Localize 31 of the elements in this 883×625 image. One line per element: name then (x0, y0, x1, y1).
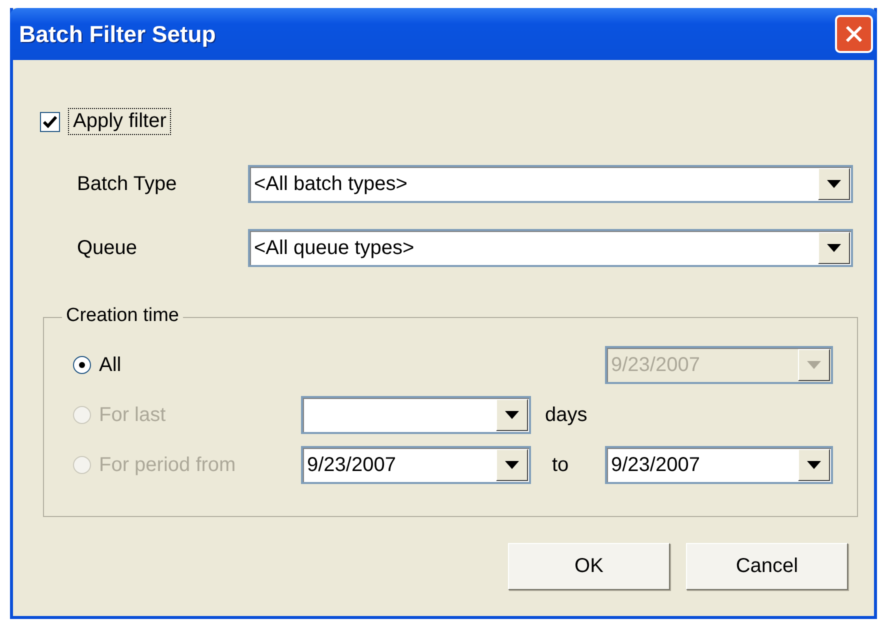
caret-icon (807, 461, 821, 469)
caret-icon (807, 361, 821, 369)
dropdown-field[interactable]: <All queue types> (248, 229, 853, 267)
dropdown-button[interactable] (818, 168, 850, 200)
checkbox-label: Apply filter (68, 108, 172, 135)
dropdown-button[interactable] (798, 449, 830, 481)
dropdown-button[interactable] (496, 449, 528, 481)
field-label: Batch Type (77, 172, 178, 196)
dropdown-button[interactable] (496, 399, 528, 431)
date-dropdown[interactable]: 9/23/2007 (301, 446, 531, 484)
radio-label: All (99, 354, 122, 376)
field-label: Queue (77, 236, 138, 260)
close-icon (844, 24, 864, 44)
caret-icon (505, 411, 519, 419)
unit-label: days (544, 404, 588, 426)
dropdown-button[interactable] (818, 232, 850, 264)
caret-icon (505, 461, 519, 469)
close-button[interactable] (835, 15, 873, 53)
dropdown-field[interactable]: <All batch types> (248, 165, 853, 203)
caret-icon (827, 244, 841, 252)
to-label: to (551, 454, 570, 476)
dialog-button[interactable]: Cancel (686, 543, 848, 590)
radio-button[interactable] (73, 356, 91, 374)
dropdown-field[interactable] (301, 396, 531, 434)
caret-icon (827, 180, 841, 188)
dialog-button[interactable]: OK (508, 543, 670, 590)
date-dropdown[interactable]: 9/23/2007 (605, 446, 833, 484)
radio-label: For period from (99, 454, 236, 476)
radio-label: For last (99, 404, 166, 426)
window-title: Batch Filter Setup (19, 20, 216, 48)
checkbox[interactable] (40, 112, 60, 132)
